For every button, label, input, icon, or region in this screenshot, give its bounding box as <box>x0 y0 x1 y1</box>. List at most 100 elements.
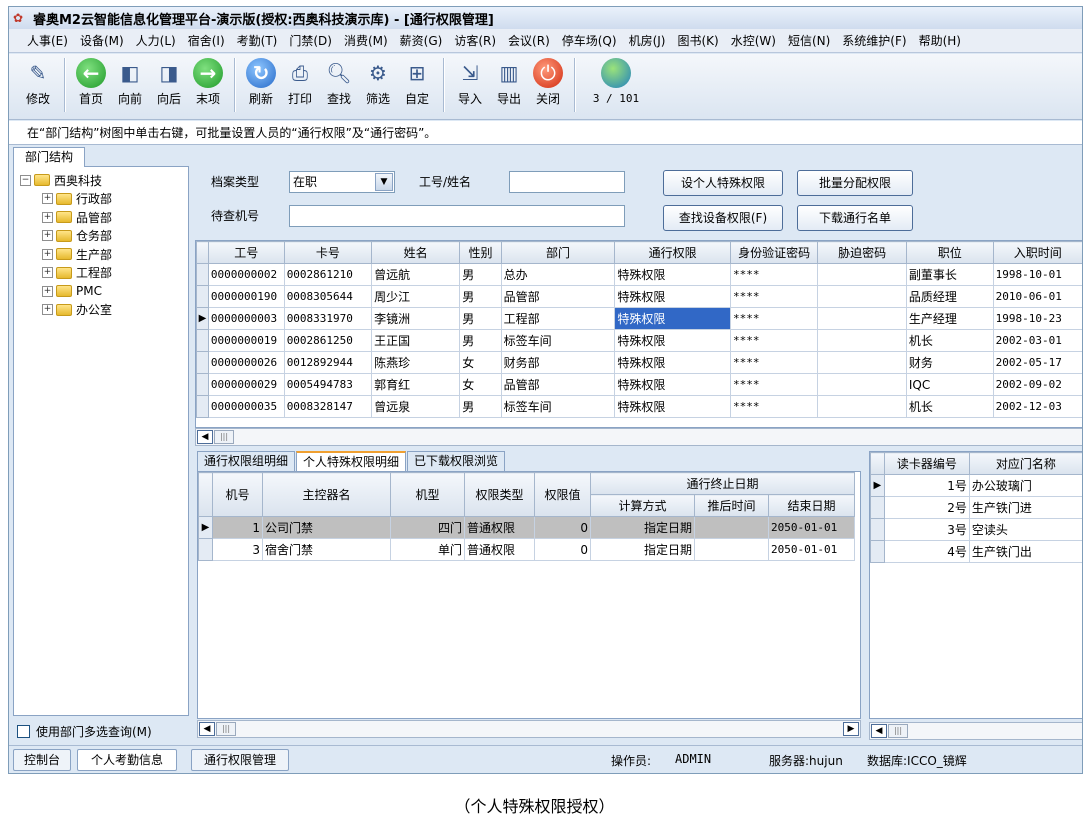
cell-gender[interactable]: 女 <box>459 351 502 374</box>
cell-delay[interactable] <box>694 538 769 561</box>
cell-dept[interactable]: 总办 <box>500 263 616 286</box>
cell-controller[interactable]: 宿舍门禁 <box>262 538 391 561</box>
tree-root[interactable]: − 西奥科技 <box>14 171 188 190</box>
cell-permission[interactable]: 特殊权限 <box>614 395 731 418</box>
archive-type-select[interactable]: 在职 ▼ <box>289 171 395 193</box>
cell-end-date[interactable]: 2050-01-01 <box>768 516 855 539</box>
tab-access-management[interactable]: 通行权限管理 <box>191 749 289 771</box>
cell-duress-password[interactable] <box>817 285 907 308</box>
col-header-empno[interactable]: 工号 <box>207 241 285 264</box>
cell-gender[interactable]: 男 <box>459 285 502 308</box>
checkbox-box[interactable] <box>17 725 30 738</box>
permission-horizontal-scrollbar[interactable]: ◀ ||| ▶ <box>197 720 861 738</box>
cell-door-name[interactable]: 生产铁门出 <box>968 540 1082 563</box>
tree-node-office[interactable]: + 办公室 <box>14 301 188 320</box>
cell-reader-no[interactable]: 3号 <box>883 518 970 541</box>
cell-hire-date[interactable]: 2002-03-01 <box>992 329 1082 352</box>
table-row-selected[interactable]: ▶ 0000000003 0008331970 李镜洲 男 工程部 特殊权限 *… <box>196 307 1082 330</box>
cell-model[interactable]: 四门 <box>390 516 465 539</box>
expand-icon[interactable]: + <box>42 248 53 260</box>
col-header-gender[interactable]: 性别 <box>459 241 502 264</box>
expand-icon[interactable]: + <box>42 193 53 205</box>
cell-delay[interactable] <box>694 516 769 539</box>
cell-duress-password[interactable] <box>817 351 907 374</box>
menu-meeting[interactable]: 会议(R) <box>508 32 550 49</box>
tree-node-quality[interactable]: + 品管部 <box>14 208 188 227</box>
cell-permission[interactable]: 特殊权限 <box>614 329 731 352</box>
cell-hire-date[interactable]: 2010-06-01 <box>992 285 1082 308</box>
tab-group-detail[interactable]: 通行权限组明细 <box>197 451 296 471</box>
tab-downloaded[interactable]: 已下载权限浏览 <box>407 451 506 471</box>
first-button[interactable]: ← 首页 <box>72 58 110 107</box>
menu-personnel[interactable]: 人事(E) <box>27 32 68 49</box>
menu-consumption[interactable]: 消费(M) <box>344 32 388 49</box>
scroll-left-icon[interactable]: ◀ <box>197 430 213 444</box>
cell-position[interactable]: 品质经理 <box>905 285 994 308</box>
cell-name[interactable]: 曾远泉 <box>371 395 461 418</box>
menu-access-control[interactable]: 门禁(D) <box>289 32 332 49</box>
set-personal-permission-button[interactable]: 设个人特殊权限 <box>663 170 783 196</box>
col-header-permission[interactable]: 通行权限 <box>614 241 731 264</box>
col-header-delay[interactable]: 推后时间 <box>694 494 769 517</box>
cell-cardno[interactable]: 0002861250 <box>283 329 373 352</box>
expand-icon[interactable]: + <box>42 304 53 316</box>
cell-cardno[interactable]: 0008331970 <box>283 307 373 330</box>
cell-duress-password[interactable] <box>817 329 907 352</box>
cell-cardno[interactable]: 0008328147 <box>283 395 373 418</box>
cell-name[interactable]: 周少江 <box>371 285 461 308</box>
cell-calc[interactable]: 指定日期 <box>590 516 695 539</box>
menu-equipment[interactable]: 设备(M) <box>80 32 124 49</box>
col-header-model[interactable]: 机型 <box>390 472 465 517</box>
menu-parking[interactable]: 停车场(Q) <box>562 32 617 49</box>
expand-icon[interactable]: + <box>42 230 53 242</box>
tree-node-admin[interactable]: + 行政部 <box>14 190 188 209</box>
tab-attendance-info[interactable]: 个人考勤信息 <box>77 749 177 771</box>
cell-permission[interactable]: 特殊权限 <box>614 373 731 396</box>
expand-icon[interactable]: + <box>42 211 53 223</box>
download-list-button[interactable]: 下载通行名单 <box>797 205 913 231</box>
find-device-permission-button[interactable]: 查找设备权限(F) <box>663 205 783 231</box>
multi-department-checkbox[interactable]: 使用部门多选查询(M) <box>17 723 152 740</box>
menu-water-control[interactable]: 水控(W) <box>731 32 776 49</box>
cell-end-date[interactable]: 2050-01-01 <box>768 538 855 561</box>
col-header-door-name[interactable]: 对应门名称 <box>968 452 1082 475</box>
col-header-perm-value[interactable]: 权限值 <box>534 472 591 517</box>
collapse-icon[interactable]: − <box>20 174 31 186</box>
table-row[interactable]: 0000000019 0002861250 王正国 男 标签车间 特殊权限 **… <box>196 329 1082 352</box>
cell-cardno[interactable]: 0012892944 <box>283 351 373 374</box>
refresh-button[interactable]: ↻ 刷新 <box>242 58 280 107</box>
scroll-thumb[interactable]: ||| <box>216 722 236 736</box>
cell-perm-type[interactable]: 普通权限 <box>464 538 535 561</box>
col-header-dept[interactable]: 部门 <box>500 241 616 264</box>
cell-auth-password[interactable]: **** <box>729 263 819 286</box>
table-row[interactable]: 0000000190 0008305644 周少江 男 品管部 特殊权限 ***… <box>196 285 1082 308</box>
edit-button[interactable]: ✎ 修改 <box>19 58 57 107</box>
col-header-reader-no[interactable]: 读卡器编号 <box>883 452 970 475</box>
cell-reader-no[interactable]: 4号 <box>883 540 970 563</box>
table-row[interactable]: 0000000002 0002861210 曾远航 男 总办 特殊权限 ****… <box>196 263 1082 286</box>
col-header-controller[interactable]: 主控器名 <box>262 472 391 517</box>
scroll-left-icon[interactable]: ◀ <box>871 724 887 738</box>
cell-duress-password[interactable] <box>817 395 907 418</box>
cell-calc[interactable]: 指定日期 <box>590 538 695 561</box>
col-header-name[interactable]: 姓名 <box>371 241 461 264</box>
cell-dept[interactable]: 标签车间 <box>500 395 616 418</box>
table-row[interactable]: 0000000026 0012892944 陈燕珍 女 财务部 特殊权限 ***… <box>196 351 1082 374</box>
tree-node-production[interactable]: + 生产部 <box>14 245 188 264</box>
cell-door-name[interactable]: 空读头 <box>968 518 1082 541</box>
cell-empno[interactable]: 0000000029 <box>207 373 285 396</box>
cell-position[interactable]: 生产经理 <box>905 307 994 330</box>
cell-machine[interactable]: 1 <box>212 516 263 539</box>
reader-horizontal-scrollbar[interactable]: ◀ ||| <box>869 722 1082 740</box>
cell-auth-password[interactable]: **** <box>729 395 819 418</box>
cell-duress-password[interactable] <box>817 307 907 330</box>
cell-hire-date[interactable]: 2002-12-03 <box>992 395 1082 418</box>
cell-name[interactable]: 曾远航 <box>371 263 461 286</box>
cell-perm-value[interactable]: 0 <box>534 538 591 561</box>
tab-department-structure[interactable]: 部门结构 <box>13 147 85 167</box>
cell-door-name[interactable]: 生产铁门进 <box>968 496 1082 519</box>
cell-auth-password[interactable]: **** <box>729 285 819 308</box>
col-header-perm-type[interactable]: 权限类型 <box>464 472 535 517</box>
cell-name[interactable]: 陈燕珍 <box>371 351 461 374</box>
expand-icon[interactable]: + <box>42 267 53 279</box>
